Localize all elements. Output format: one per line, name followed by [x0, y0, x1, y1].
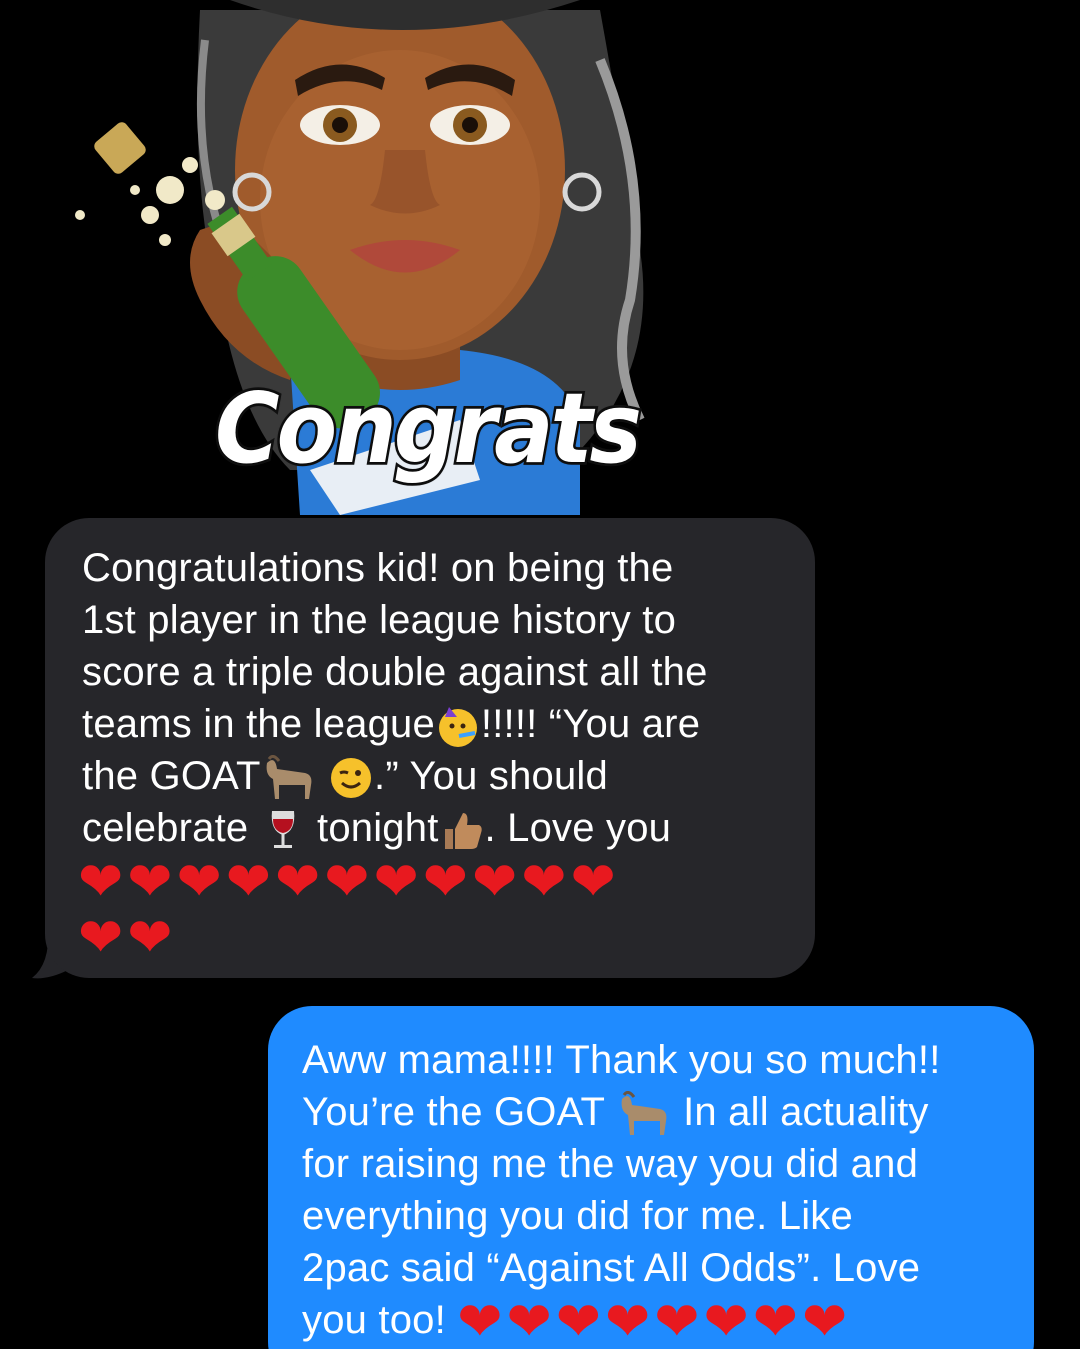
message-line: 2pac said “Against All Odds”. Love [302, 1246, 921, 1290]
message-text: you too! [302, 1298, 446, 1342]
message-line: for raising me the way you did and [302, 1142, 919, 1186]
message-text: .” You should [374, 754, 608, 798]
message-line: celebrate tonight . Love you [82, 802, 785, 854]
message-line: the GOAT .” You should [82, 750, 785, 802]
message-text: . Love you [484, 806, 672, 850]
goat-icon [266, 755, 312, 800]
message-line: teams in the league !!!!! “You are [82, 698, 785, 750]
partying-face-icon [438, 707, 477, 748]
message-text: !!!!! “You are [480, 702, 701, 746]
message-text: the GOAT [82, 754, 261, 798]
wine-glass-icon [271, 811, 294, 849]
sticker-caption: Congrats [213, 369, 645, 488]
message-line: 1st player in the league history to [82, 598, 677, 642]
thumbs-up-icon [444, 813, 482, 850]
message-text: teams in the league [82, 702, 435, 746]
message-line: Congratulations kid! on being the [82, 546, 674, 590]
message-line: Aww mama!!!! Thank you so much!! [302, 1038, 941, 1082]
message-text: celebrate [82, 806, 249, 850]
heart-emoji-row: ❤❤❤❤❤❤❤❤ [457, 1290, 852, 1349]
incoming-message-bubble[interactable]: Congratulations kid! on being the 1st pl… [45, 518, 815, 978]
goat-icon [621, 1091, 667, 1136]
hearts-row: ❤❤❤❤❤❤❤❤❤❤❤ [78, 854, 785, 910]
message-text: You’re the GOAT [302, 1090, 605, 1134]
hearts-row: ❤❤ [78, 910, 785, 966]
memoji-sticker[interactable]: Congrats [40, 0, 720, 520]
message-text: tonight [317, 806, 439, 850]
message-text: In all actuality [683, 1090, 929, 1134]
message-line: you too! ❤❤❤❤❤❤❤❤ [302, 1290, 1014, 1349]
outgoing-message-bubble[interactable]: Aww mama!!!! Thank you so much!! You’re … [268, 1006, 1034, 1349]
message-line: score a triple double against all the [82, 650, 708, 694]
heart-emoji-row1: ❤❤❤❤❤❤❤❤❤❤❤ [78, 850, 620, 914]
message-line: everything you did for me. Like [302, 1194, 853, 1238]
heart-emoji-row2: ❤❤ [78, 906, 177, 970]
winking-face-icon [331, 758, 372, 799]
message-line: You’re the GOAT In all actuality [302, 1086, 1014, 1138]
